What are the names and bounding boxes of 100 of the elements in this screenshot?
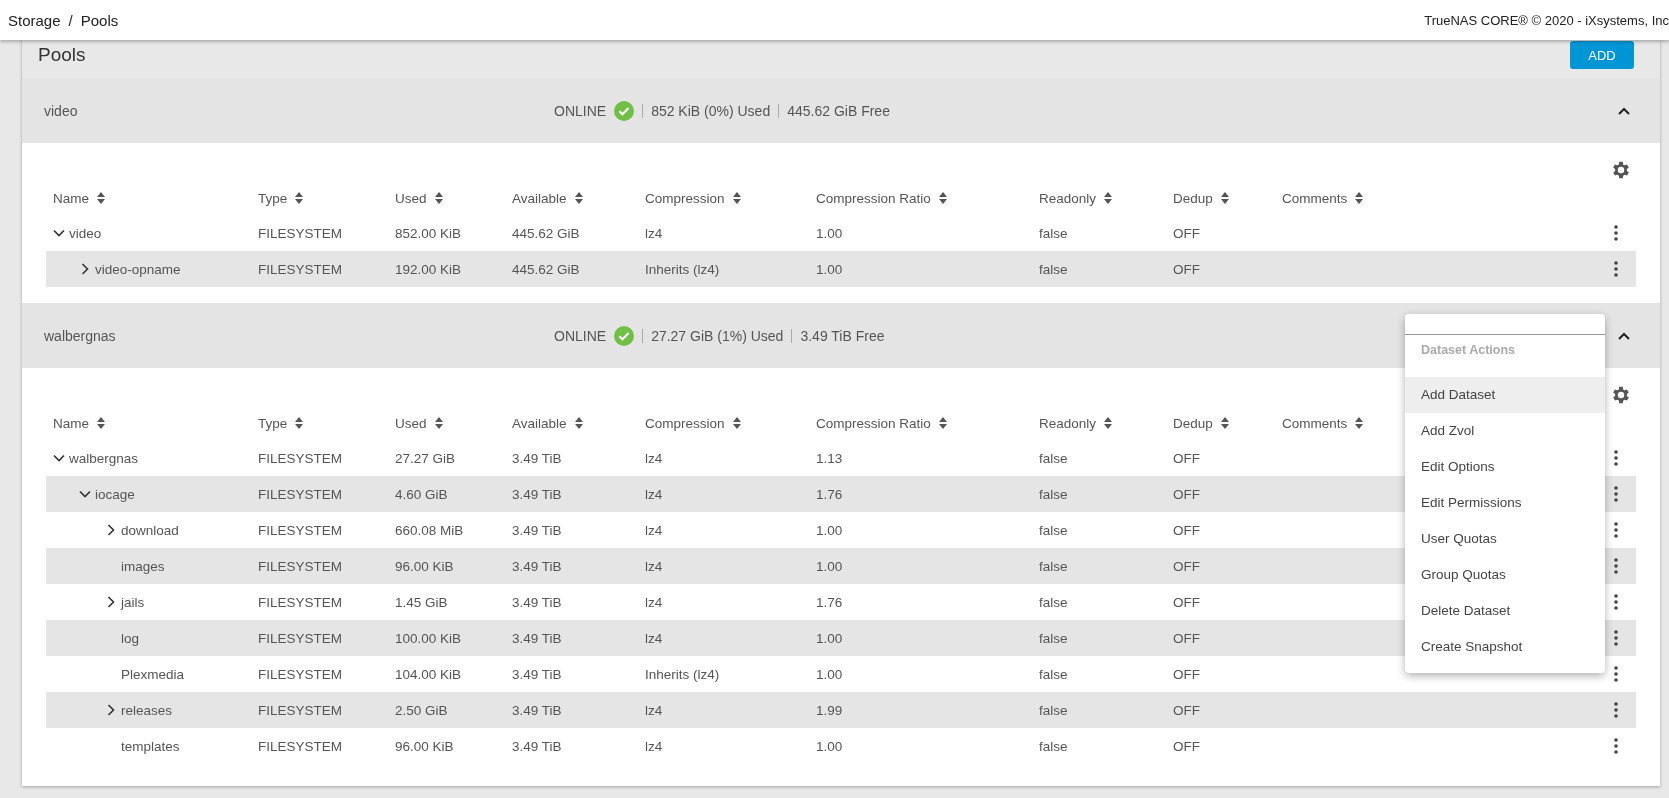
table-cell-text: 3.49 TiB <box>511 486 563 502</box>
table-cell-text: 1.00 <box>815 666 844 682</box>
dataset-name: jails <box>121 594 145 610</box>
table-cell-text: 104.00 KiB <box>394 666 463 682</box>
table-cell-text: 192.00 KiB <box>394 261 463 277</box>
table-cell-text: 1.45 GiB <box>394 594 449 610</box>
table-cell-text: 1.00 <box>815 261 844 277</box>
table-cell-text: OFF <box>1172 486 1201 502</box>
table-cell-text: FILESYSTEM <box>257 594 344 610</box>
table-cell-text: OFF <box>1172 738 1201 754</box>
table-cell-text: false <box>1038 666 1069 682</box>
table-cell-text: OFF <box>1172 450 1201 466</box>
table-cell-text: Inherits (lz4) <box>644 261 721 277</box>
table-cell-text: false <box>1038 594 1069 610</box>
dataset-name: walbergnas <box>69 450 139 466</box>
table-cell-text: 445.62 GiB <box>511 225 581 241</box>
table-cell-text: false <box>1038 630 1069 646</box>
table-cell-text: 1.76 <box>815 486 844 502</box>
pool-free: 3.49 TiB Free <box>800 327 885 344</box>
table-cell-text: false <box>1038 702 1069 718</box>
table-cell-text: 1.00 <box>815 738 844 754</box>
table-cell-text: FILESYSTEM <box>257 261 344 277</box>
table-cell-text: FILESYSTEM <box>257 702 344 718</box>
table-cell-text: false <box>1038 486 1069 502</box>
dataset-name: images <box>121 558 165 574</box>
dataset-name: iocage <box>95 486 135 502</box>
table-cell-text: OFF <box>1172 522 1201 538</box>
table-cell-text: 852.00 KiB <box>394 225 463 241</box>
table-cell-text: OFF <box>1172 558 1201 574</box>
table-cell-text: 3.49 TiB <box>511 594 563 610</box>
dataset-name: releases <box>121 702 173 718</box>
copyright-text: TrueNAS CORE® © 2020 - iXsystems, Inc <box>1424 12 1669 28</box>
table-cell-text: 3.49 TiB <box>511 450 563 466</box>
table-cell-text: 96.00 KiB <box>394 738 455 754</box>
table-cell-text: FILESYSTEM <box>257 666 344 682</box>
table-cell-text: false <box>1038 738 1069 754</box>
table-cell-text: lz4 <box>644 630 664 646</box>
table-cell-text: 3.49 TiB <box>511 702 563 718</box>
table-cell-text: FILESYSTEM <box>257 225 344 241</box>
table-cell-text: FILESYSTEM <box>257 558 344 574</box>
table-cell-text: 3.49 TiB <box>511 630 563 646</box>
pool-status: ONLINE <box>554 327 607 344</box>
table-cell-text: false <box>1038 225 1069 241</box>
dataset-name: video-opname <box>95 261 181 277</box>
table-cell-text: OFF <box>1172 594 1201 610</box>
pool-status: ONLINE <box>554 102 607 119</box>
table-cell-text: 1.13 <box>815 450 844 466</box>
table-cell-text: 100.00 KiB <box>394 630 463 646</box>
table-cell-text: 1.00 <box>815 522 844 538</box>
table-cell-text: 1.99 <box>815 702 844 718</box>
table-cell-text: false <box>1038 261 1069 277</box>
table-cell-text: false <box>1038 558 1069 574</box>
dataset-name: video <box>69 225 102 241</box>
table-cell-text: 3.49 TiB <box>511 558 563 574</box>
table-cell-text: OFF <box>1172 261 1201 277</box>
table-cell-text: FILESYSTEM <box>257 450 344 466</box>
table-cell-text: 2.50 GiB <box>394 702 449 718</box>
dataset-name: log <box>121 630 139 646</box>
table-cell-text: 1.00 <box>815 558 844 574</box>
table-cell-text: 1.00 <box>815 225 844 241</box>
table-cell-text: false <box>1038 450 1069 466</box>
table-cell-text: 3.49 TiB <box>511 666 563 682</box>
table-cell-text: 96.00 KiB <box>394 558 455 574</box>
pool-used: 27.27 GiB (1%) Used <box>651 327 784 344</box>
table-cell-text: lz4 <box>644 522 664 538</box>
table-cell-text: 660.08 MiB <box>394 522 465 538</box>
table-cell-text: FILESYSTEM <box>257 486 344 502</box>
pool-used: 852 KiB (0%) Used <box>651 102 771 119</box>
table-cell-text: false <box>1038 522 1069 538</box>
table-cell-text: 3.49 TiB <box>511 738 563 754</box>
pool-name: video <box>44 102 79 119</box>
table-cell-text: 445.62 GiB <box>511 261 581 277</box>
table-cell-text: lz4 <box>644 594 664 610</box>
table-cell-text: lz4 <box>644 558 664 574</box>
table-cell-text: OFF <box>1172 630 1201 646</box>
table-cell-text: FILESYSTEM <box>257 738 344 754</box>
table-cell-text: FILESYSTEM <box>257 522 344 538</box>
table-cell-text: OFF <box>1172 666 1201 682</box>
dataset-name: Plexmedia <box>121 666 185 682</box>
table-cell-text: lz4 <box>644 486 664 502</box>
table-cell-text: lz4 <box>644 702 664 718</box>
pool-name: walbergnas <box>44 327 117 344</box>
table-cell-text: OFF <box>1172 225 1201 241</box>
table-cell-text: Inherits (lz4) <box>644 666 721 682</box>
table-cell-text: 4.60 GiB <box>394 486 449 502</box>
menu-heading: Dataset Actions <box>1420 342 1516 359</box>
pool-free: 445.62 GiB Free <box>787 102 890 119</box>
table-cell-text: OFF <box>1172 702 1201 718</box>
table-cell-text: lz4 <box>644 450 664 466</box>
table-cell-text: lz4 <box>644 738 664 754</box>
table-cell-text: 27.27 GiB <box>394 450 457 466</box>
table-cell-text: FILESYSTEM <box>257 630 344 646</box>
dataset-name: templates <box>121 738 180 754</box>
table-cell-text: 1.00 <box>815 630 844 646</box>
page-title: Pools <box>38 44 86 66</box>
table-cell-text: 1.76 <box>815 594 844 610</box>
table-cell-text: lz4 <box>644 225 664 241</box>
table-cell-text: 3.49 TiB <box>511 522 563 538</box>
breadcrumb-separator: / <box>68 11 73 29</box>
dataset-name: download <box>121 522 179 538</box>
